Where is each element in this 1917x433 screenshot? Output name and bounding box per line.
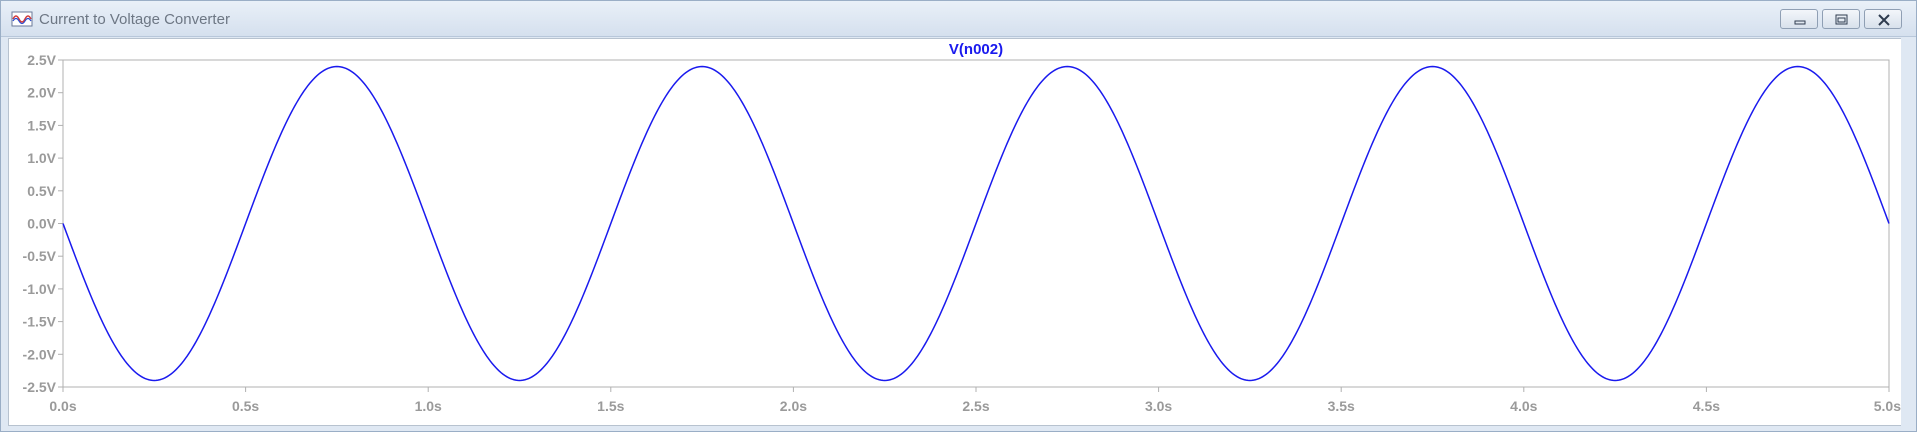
y-tick-label: 2.5V <box>27 52 56 68</box>
y-axis: 2.5V 2.0V 1.5V 1.0V 0.5V 0.0V -0.5V -1.0V -1.5V -… <box>23 52 63 395</box>
waveform-chart[interactable]: 2.5V 2.0V 1.5V 1.0V 0.5V 0.0V -0.5V -1.0V -1.5V -… <box>1 1 1917 433</box>
x-tick-label: 2.5s <box>962 398 989 414</box>
x-tick-label: 4.5s <box>1693 398 1720 414</box>
y-tick-label: -1.5V <box>23 314 57 330</box>
y-tick-label: 1.5V <box>27 117 56 133</box>
x-tick-label: 5.0s <box>1874 398 1901 414</box>
x-axis: 0.0s 0.5s 1.0s 1.5s 2.0s 2.5s 3.0s 3.5s 4.0s 4.5s… <box>49 387 1901 414</box>
y-tick-label: -2.0V <box>23 346 57 362</box>
x-tick-label: 1.5s <box>597 398 624 414</box>
x-tick-label: 0.5s <box>232 398 259 414</box>
x-tick-label: 4.0s <box>1510 398 1537 414</box>
x-tick-label: 3.0s <box>1145 398 1172 414</box>
x-tick-label: 1.0s <box>415 398 442 414</box>
trace-v-n002[interactable] <box>62 65 1890 382</box>
y-tick-label: 1.0V <box>27 150 56 166</box>
y-tick-label: -0.5V <box>23 248 57 264</box>
y-tick-label: -2.5V <box>23 379 57 395</box>
y-tick-label: 2.0V <box>27 85 56 101</box>
y-tick-label: -1.0V <box>23 281 57 297</box>
y-tick-label: 0.0V <box>27 216 56 232</box>
waveform-window: Current to Voltage Converter 2.5V 2.0V 1.5… <box>0 0 1917 432</box>
x-tick-label: 0.0s <box>49 398 76 414</box>
chart-title[interactable]: V(n002) <box>949 41 1003 58</box>
y-tick-label: 0.5V <box>27 183 56 199</box>
x-tick-label: 2.0s <box>780 398 807 414</box>
x-tick-label: 3.5s <box>1328 398 1355 414</box>
